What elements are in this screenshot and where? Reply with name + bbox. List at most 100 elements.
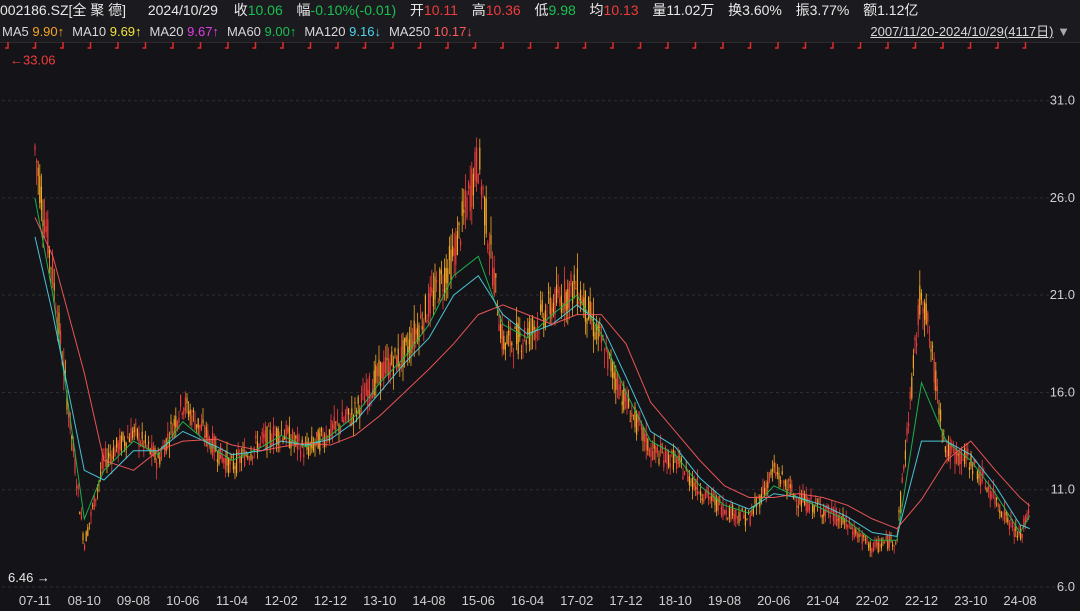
ma-value: 9.69↑ bbox=[109, 24, 142, 39]
amount-label: 额 bbox=[863, 2, 878, 18]
candle-body bbox=[143, 441, 145, 449]
candle-body bbox=[533, 326, 535, 330]
x-tick-label: 18-10 bbox=[659, 593, 692, 608]
signal-marker bbox=[747, 42, 752, 49]
extreme-labels: ←33.06 6.46 → bbox=[8, 53, 56, 585]
signal-marker bbox=[170, 42, 174, 49]
candle-body bbox=[44, 219, 46, 234]
x-tick-label: 10-06 bbox=[166, 593, 199, 608]
candle-body bbox=[269, 429, 271, 443]
candle-body bbox=[805, 495, 807, 512]
candle-body bbox=[676, 458, 678, 469]
signal-marker bbox=[555, 42, 559, 49]
candle-body bbox=[434, 276, 436, 300]
candle-body bbox=[836, 511, 838, 526]
candle-body bbox=[732, 504, 734, 516]
candle-body bbox=[296, 434, 298, 450]
candle-body bbox=[892, 543, 894, 547]
candle-body bbox=[935, 370, 937, 391]
candle-body bbox=[660, 443, 662, 452]
candle-body bbox=[648, 449, 650, 457]
candle-body bbox=[936, 386, 938, 392]
candle-body bbox=[245, 454, 247, 456]
candle-body bbox=[186, 397, 188, 404]
candle-body bbox=[415, 329, 417, 335]
candle-body bbox=[261, 431, 263, 436]
candle-body bbox=[130, 428, 132, 443]
candle-body bbox=[893, 545, 895, 547]
candle-body bbox=[100, 471, 102, 475]
turnover-label: 换 bbox=[728, 2, 743, 18]
open-label: 开 bbox=[409, 2, 424, 18]
candle-body bbox=[968, 467, 970, 470]
candle-body bbox=[389, 362, 391, 376]
candle-body bbox=[621, 401, 623, 406]
candle-body bbox=[736, 516, 738, 518]
candle-body bbox=[552, 302, 554, 313]
ma-label: MA20 bbox=[149, 24, 188, 39]
candle-body bbox=[472, 173, 474, 196]
x-tick-label: 23-10 bbox=[954, 593, 987, 608]
signal-marker bbox=[225, 42, 229, 49]
x-tick-label: 20-06 bbox=[757, 593, 790, 608]
signal-marker bbox=[637, 42, 642, 49]
candle-body bbox=[695, 487, 697, 490]
candle-body bbox=[991, 493, 993, 498]
candle-body bbox=[378, 359, 380, 377]
candle-body bbox=[684, 472, 686, 476]
candle-body bbox=[428, 292, 430, 317]
candle-body bbox=[904, 450, 906, 460]
signal-marker bbox=[142, 42, 147, 49]
candle-body bbox=[244, 449, 246, 466]
candle-body bbox=[167, 433, 169, 440]
signal-marker bbox=[912, 42, 917, 49]
candle-body bbox=[999, 510, 1001, 514]
candle-body bbox=[612, 361, 614, 378]
candle-body bbox=[514, 327, 516, 329]
candle-body bbox=[248, 459, 250, 460]
candle-body bbox=[740, 519, 742, 521]
candle-body bbox=[263, 434, 265, 439]
candle-body bbox=[368, 376, 370, 399]
candle-body bbox=[336, 420, 338, 422]
candle-body bbox=[76, 485, 78, 489]
candle-body bbox=[461, 201, 463, 216]
candle-body bbox=[1028, 509, 1030, 514]
candle-body bbox=[50, 268, 52, 269]
open-value: 10.11 bbox=[423, 2, 458, 18]
candle-body bbox=[525, 340, 527, 345]
candle-body bbox=[96, 489, 98, 491]
candle-body bbox=[1000, 512, 1002, 518]
candle-body bbox=[1004, 507, 1006, 523]
candle-body bbox=[106, 458, 108, 467]
date-range-text[interactable]: 2007/11/20-2024/10/29(4117日) bbox=[870, 24, 1053, 39]
candle-body bbox=[479, 147, 481, 170]
candle-body bbox=[866, 536, 868, 543]
candle-body bbox=[85, 531, 87, 542]
candle-body bbox=[743, 515, 745, 519]
candle-body bbox=[117, 442, 119, 454]
candle-body bbox=[119, 435, 121, 450]
low-label: 低 bbox=[534, 2, 549, 18]
candle-body bbox=[671, 450, 673, 453]
candle-body bbox=[484, 197, 486, 226]
candle-body bbox=[610, 358, 612, 372]
candle-body bbox=[837, 518, 839, 521]
signal-marker bbox=[5, 42, 9, 49]
candle-body bbox=[720, 506, 722, 516]
candle-body bbox=[135, 423, 137, 425]
candle-body bbox=[980, 479, 982, 486]
candle-body bbox=[916, 342, 918, 346]
candle-body bbox=[988, 485, 990, 490]
dropdown-arrow-icon[interactable]: ▼ bbox=[1057, 24, 1070, 39]
candle-body bbox=[432, 290, 434, 307]
signal-marker bbox=[307, 42, 312, 49]
candle-body bbox=[909, 392, 911, 399]
candle-body bbox=[308, 447, 310, 456]
candle-body bbox=[260, 438, 262, 440]
candle-body bbox=[181, 413, 183, 415]
date-range-selector[interactable]: 2007/11/20-2024/10/29(4117日) ▼ bbox=[870, 22, 1070, 42]
candle-body bbox=[690, 481, 692, 483]
candle-body bbox=[776, 472, 778, 475]
candle-body bbox=[1013, 528, 1015, 537]
